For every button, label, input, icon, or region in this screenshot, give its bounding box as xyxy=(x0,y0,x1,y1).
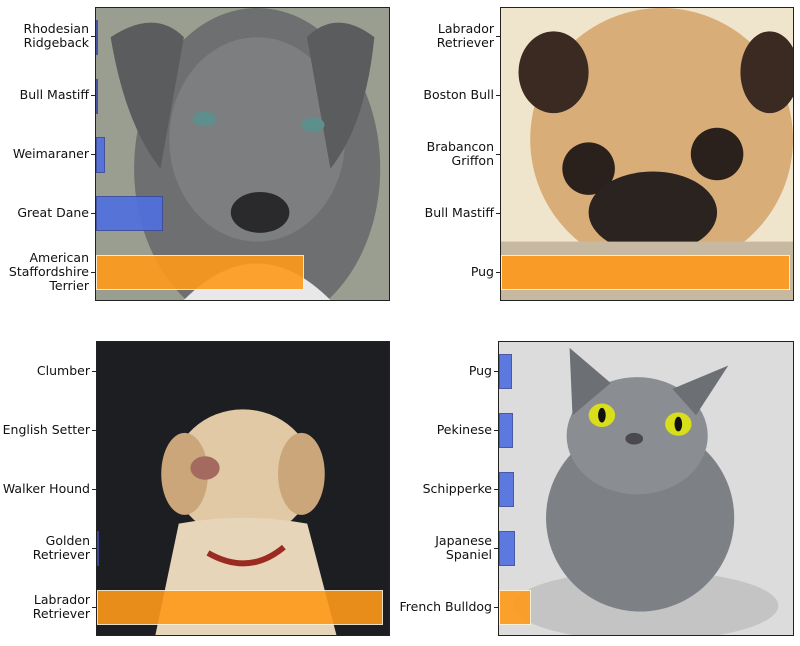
y-tick xyxy=(496,36,500,38)
plot-area xyxy=(500,7,794,301)
y-tick xyxy=(91,271,95,273)
y-tick xyxy=(496,154,500,155)
y-tick xyxy=(92,547,96,549)
y-tick-label: Schipperke xyxy=(422,480,492,496)
y-tick xyxy=(92,370,96,372)
bar-1 xyxy=(499,353,513,390)
y-tick xyxy=(91,36,95,38)
y-tick xyxy=(494,606,498,608)
bar-1 xyxy=(96,19,98,56)
y-tick-label: Japanese Spaniel xyxy=(435,532,492,562)
y-tick xyxy=(92,606,96,608)
y-tick-label: Brabancon Griffon xyxy=(426,139,494,168)
bar-4 xyxy=(499,530,516,567)
y-tick-label: Labrador Retriever xyxy=(32,591,90,621)
y-tick xyxy=(92,488,96,490)
y-tick xyxy=(496,212,500,214)
y-tick xyxy=(91,154,95,155)
y-tick-label: Boston Bull xyxy=(423,87,494,103)
y-tick-label: English Setter xyxy=(2,421,90,437)
plot-area xyxy=(498,341,794,636)
y-tick xyxy=(494,488,498,490)
y-tick xyxy=(494,547,498,549)
y-tick-label: Rhodesian Ridgeback xyxy=(23,21,89,51)
bar-5 xyxy=(501,254,791,291)
y-tick xyxy=(91,212,95,214)
y-tick-label: Pug xyxy=(468,362,492,378)
y-tick xyxy=(91,95,95,97)
y-tick-label: Pekinese xyxy=(436,421,492,437)
y-tick-label: Pug xyxy=(470,263,494,279)
y-tick xyxy=(496,95,500,97)
bar-2 xyxy=(499,412,514,449)
bar-4 xyxy=(97,530,99,567)
y-tick-label: French Bulldog xyxy=(399,598,493,614)
bar-3 xyxy=(499,471,515,508)
bar-2 xyxy=(96,78,99,114)
bar-3 xyxy=(96,137,105,173)
y-tick xyxy=(496,271,500,273)
y-tick-label: Great Dane xyxy=(17,204,89,220)
y-tick xyxy=(494,429,498,431)
bar-4 xyxy=(96,196,164,232)
bar-5 xyxy=(499,589,532,626)
y-tick-label: Labrador Retriever xyxy=(436,21,494,51)
bar-5 xyxy=(96,254,305,291)
cat-photo xyxy=(499,342,793,635)
y-tick-label: Walker Hound xyxy=(2,480,90,496)
y-tick xyxy=(92,429,96,431)
y-tick-label: Bull Mastiff xyxy=(19,87,89,103)
y-tick-label: Weimaraner xyxy=(12,146,89,161)
y-tick xyxy=(494,370,498,372)
y-tick-label: Golden Retriever xyxy=(32,532,90,562)
y-tick-label: American Staffordshire Terrier xyxy=(8,249,89,293)
y-tick-label: Bull Mastiff xyxy=(424,204,494,220)
y-tick-label: Clumber xyxy=(36,362,90,378)
